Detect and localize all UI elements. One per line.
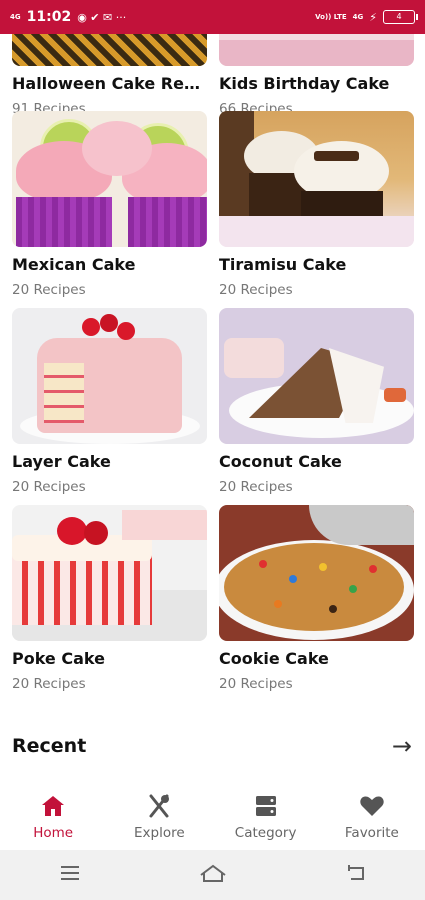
battery-icon: 4 bbox=[383, 10, 418, 24]
right-network-indicator: 4G bbox=[352, 12, 364, 21]
card-coconut-cake[interactable]: Coconut Cake 20 Recipes bbox=[219, 308, 414, 495]
nav-favorite[interactable]: Favorite bbox=[319, 784, 425, 850]
card-cookie-cake[interactable]: Cookie Cake 20 Recipes bbox=[219, 505, 414, 692]
card-title: Halloween Cake Reci... bbox=[12, 74, 207, 93]
arrow-right-icon[interactable]: → bbox=[392, 732, 412, 760]
card-title: Coconut Cake bbox=[219, 452, 342, 471]
card-kids-birthday-cake[interactable]: Kids Birthday Cake 66 Recipes bbox=[219, 34, 414, 117]
card-image bbox=[219, 34, 414, 66]
card-title: Tiramisu Cake bbox=[219, 255, 347, 274]
card-title: Cookie Cake bbox=[219, 649, 329, 668]
status-bar: 4G 11:02 ◉ ✔ ✉ ··· Vo)) LTE 4G ⚡ 4 bbox=[0, 0, 425, 34]
back-icon[interactable] bbox=[345, 864, 367, 886]
recent-title: Recent bbox=[12, 735, 87, 757]
status-time: 11:02 bbox=[26, 9, 72, 25]
charging-icon: ⚡ bbox=[369, 10, 377, 24]
card-title: Layer Cake bbox=[12, 452, 111, 471]
nav-label: Home bbox=[33, 825, 74, 841]
card-image bbox=[219, 308, 414, 444]
card-count: 20 Recipes bbox=[219, 479, 293, 495]
card-image bbox=[12, 505, 207, 641]
category-grid: Halloween Cake Reci... 91 Recipes Kids B… bbox=[0, 34, 425, 784]
card-mexican-cake[interactable]: Mexican Cake 20 Recipes bbox=[12, 111, 207, 298]
recent-section-header: Recent → bbox=[12, 732, 412, 760]
card-count: 20 Recipes bbox=[12, 479, 86, 495]
card-count: 20 Recipes bbox=[219, 282, 293, 298]
card-image bbox=[12, 308, 207, 444]
card-tiramisu-cake[interactable]: Tiramisu Cake 20 Recipes bbox=[219, 111, 414, 298]
nav-category[interactable]: Category bbox=[213, 784, 319, 850]
card-title: Kids Birthday Cake bbox=[219, 74, 390, 93]
card-count: 20 Recipes bbox=[12, 282, 86, 298]
card-image bbox=[219, 505, 414, 641]
category-icon bbox=[253, 793, 279, 819]
nav-label: Favorite bbox=[344, 825, 399, 841]
card-image bbox=[219, 111, 414, 247]
heart-icon bbox=[359, 793, 385, 819]
card-title: Poke Cake bbox=[12, 649, 105, 668]
menu-icon[interactable] bbox=[59, 865, 81, 885]
card-image bbox=[12, 34, 207, 66]
utensils-icon bbox=[146, 793, 172, 819]
card-count: 20 Recipes bbox=[219, 676, 293, 692]
notification-icons: ◉ ✔ ✉ ··· bbox=[77, 10, 127, 24]
nav-home[interactable]: Home bbox=[0, 784, 106, 850]
card-title: Mexican Cake bbox=[12, 255, 136, 274]
nav-explore[interactable]: Explore bbox=[106, 784, 212, 850]
volte-indicator: Vo)) LTE bbox=[315, 12, 347, 21]
home-icon bbox=[40, 793, 66, 819]
bottom-navigation: Home Explore Category Favorite bbox=[0, 784, 425, 850]
card-layer-cake[interactable]: Layer Cake 20 Recipes bbox=[12, 308, 207, 495]
card-poke-cake[interactable]: Poke Cake 20 Recipes bbox=[12, 505, 207, 692]
card-halloween-cake[interactable]: Halloween Cake Reci... 91 Recipes bbox=[12, 34, 207, 117]
card-count: 20 Recipes bbox=[12, 676, 86, 692]
system-navigation-bar bbox=[0, 850, 425, 900]
card-image bbox=[12, 111, 207, 247]
home-button-icon[interactable] bbox=[198, 863, 228, 887]
nav-label: Explore bbox=[134, 825, 185, 841]
nav-label: Category bbox=[234, 825, 297, 841]
network-indicator: 4G bbox=[10, 12, 21, 21]
